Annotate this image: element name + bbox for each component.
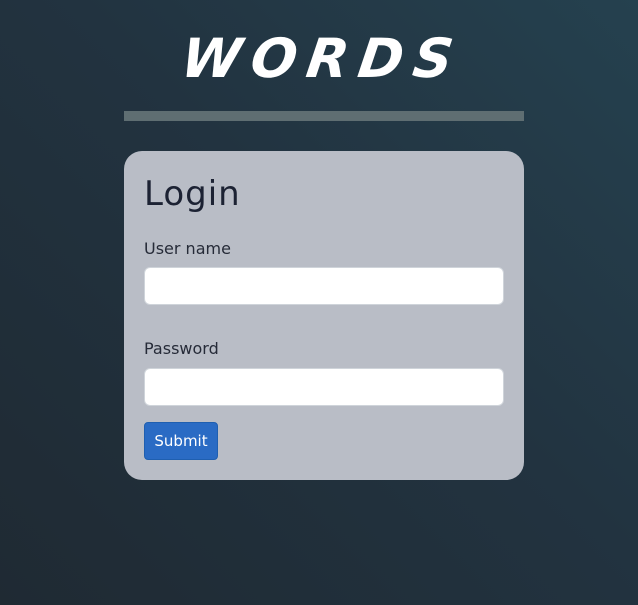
username-label: User name [144,239,231,258]
submit-button[interactable]: Submit [144,422,218,460]
login-card: Login User name Password Submit [124,151,524,480]
header-divider [124,111,524,121]
username-input[interactable] [144,267,504,305]
password-input[interactable] [144,368,504,406]
logo: WORDS [177,27,467,90]
login-title: Login [144,174,241,214]
password-label: Password [144,339,219,358]
